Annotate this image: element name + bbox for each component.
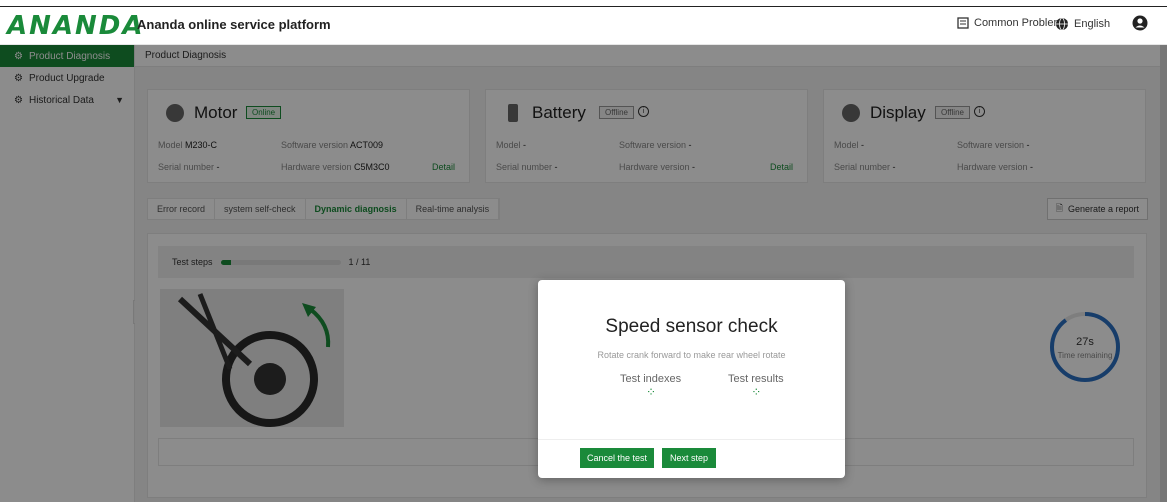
brand-logo[interactable]: ANANDA: [7, 13, 144, 39]
language-label: English: [1074, 18, 1111, 30]
globe-icon: [1056, 17, 1068, 31]
test-results-column: Test results ⁘: [728, 373, 784, 399]
speed-sensor-dialog: Speed sensor check Rotate crank forward …: [538, 280, 845, 478]
cancel-test-button[interactable]: Cancel the test: [580, 448, 654, 468]
document-icon: [957, 17, 969, 29]
header-topline: [0, 6, 1167, 7]
app-title: Ananda online service platform: [137, 17, 331, 32]
top-header: ANANDA Ananda online service platform Co…: [0, 0, 1167, 45]
loading-spinner-icon: ⁘: [646, 385, 656, 399]
common-problems-link[interactable]: Common Problems: [957, 17, 1068, 29]
user-account-button[interactable]: [1132, 15, 1148, 31]
user-avatar-icon: [1132, 15, 1148, 31]
language-selector[interactable]: English: [1055, 17, 1110, 31]
loading-spinner-icon: ⁘: [751, 385, 761, 399]
dialog-description: Rotate crank forward to make rear wheel …: [597, 350, 786, 360]
dialog-footer: Cancel the test Next step: [538, 439, 845, 478]
page-scrollbar[interactable]: [1160, 45, 1167, 502]
test-indexes-label: Test indexes: [620, 373, 682, 385]
test-results-label: Test results: [728, 373, 784, 385]
next-step-button[interactable]: Next step: [662, 448, 716, 468]
dialog-title: Speed sensor check: [605, 316, 778, 337]
test-indexes-column: Test indexes ⁘: [620, 373, 681, 399]
